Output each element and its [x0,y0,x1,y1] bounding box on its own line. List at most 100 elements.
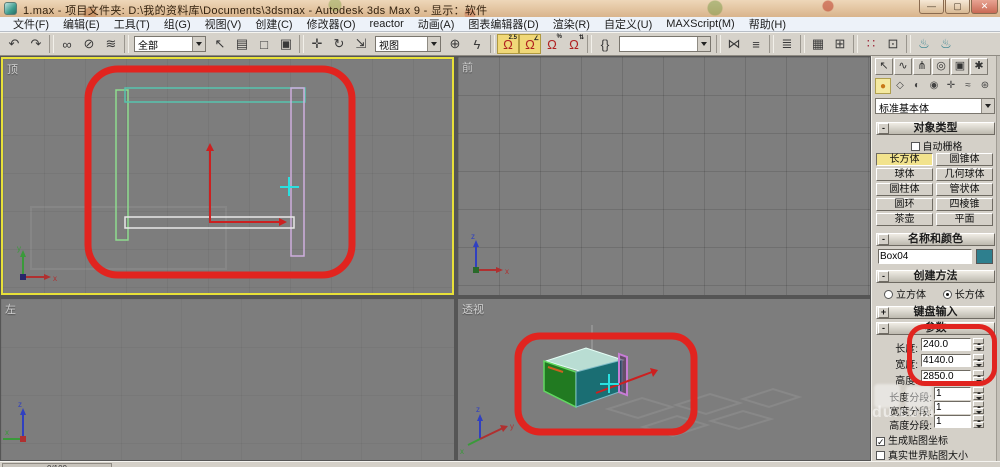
time-slider[interactable]: 0/100 [2,463,112,467]
height-input[interactable] [921,370,971,383]
collapse-icon[interactable]: - [878,323,889,334]
width-segs-input[interactable] [934,401,971,414]
menu-group[interactable]: 组(G) [157,16,198,32]
box-outline-teal[interactable] [124,87,306,103]
schematic-view-icon[interactable]: ⊞ [829,34,851,54]
width-segs-spinner[interactable] [973,401,984,414]
menu-rendering[interactable]: 渲染(R) [546,16,597,32]
unlink-selection-icon[interactable]: ⊘ [78,34,100,54]
object-color-swatch[interactable] [976,249,993,264]
primitive-button-torus[interactable]: 圆环 [876,198,933,211]
height-segs-input[interactable] [934,415,971,428]
select-by-name-icon[interactable]: ▤ [231,34,253,54]
length-spinner[interactable] [973,338,984,351]
close-button[interactable]: ✕ [971,0,998,14]
object-name-input[interactable] [878,249,972,264]
rollout-creation-method[interactable]: - 创建方法 [876,270,995,283]
viewport-left-label[interactable]: 左 [5,301,16,317]
geometry-category-icon[interactable]: ● [875,78,891,94]
redo-icon[interactable]: ↷ [25,34,47,54]
primitive-button-teapot[interactable]: 茶壶 [876,213,933,226]
cameras-category-icon[interactable]: ◉ [926,78,942,94]
collapse-icon[interactable]: - [878,234,889,245]
lights-category-icon[interactable]: ◐ [909,78,925,94]
undo-icon[interactable]: ↶ [3,34,25,54]
render-last-icon[interactable]: ♨ [935,34,957,54]
motion-tab-icon[interactable]: ◎ [932,58,950,75]
width-spinner[interactable] [973,354,984,367]
layer-manager-icon[interactable]: ≣ [776,34,798,54]
collapse-icon[interactable]: - [878,123,889,134]
angle-snap-icon[interactable]: Ω ∠ [519,34,541,54]
rollout-parameters[interactable]: - 参数 [876,322,995,335]
viewport-perspective-label[interactable]: 透视 [462,301,484,317]
collapse-icon[interactable]: - [878,271,889,282]
viewport-top[interactable]: 顶 y x [1,57,454,295]
display-tab-icon[interactable]: ▣ [951,58,969,75]
menu-file[interactable]: 文件(F) [6,16,56,32]
command-panel-scrollbar[interactable] [996,56,1000,461]
box-object[interactable] [543,347,628,409]
quick-render-icon[interactable]: ♨ [913,34,935,54]
curve-editor-icon[interactable]: ▦ [807,34,829,54]
gen-mapping-checkbox[interactable]: ✓ [876,437,885,447]
utilities-tab-icon[interactable]: ✱ [970,58,988,75]
chevron-down-icon[interactable] [192,37,205,51]
viewport-perspective[interactable]: 透视 z y x [458,299,870,460]
named-selection-dropdown[interactable] [619,36,711,52]
select-object-icon[interactable]: ↖ [209,34,231,54]
length-segs-input[interactable] [934,387,971,400]
modify-tab-icon[interactable]: ∿ [894,58,912,75]
real-world-checkbox[interactable] [876,451,885,460]
minimize-button[interactable]: — [919,0,944,14]
select-and-link-icon[interactable]: ∞ [56,34,78,54]
chevron-down-icon[interactable] [697,37,710,51]
menu-tools[interactable]: 工具(T) [107,16,157,32]
menu-animation[interactable]: 动画(A) [411,16,462,32]
helpers-category-icon[interactable]: ✛ [943,78,959,94]
height-spinner[interactable] [973,370,984,383]
primitive-button-cone[interactable]: 圆锥体 [936,153,993,166]
select-and-rotate-icon[interactable]: ↻ [328,34,350,54]
primitive-button-cylinder[interactable]: 圆柱体 [876,183,933,196]
material-editor-icon[interactable]: ∷ [860,34,882,54]
primitive-button-box[interactable]: 长方体 [876,153,933,166]
length-segs-spinner[interactable] [973,387,984,400]
spinner-snap-icon[interactable]: Ω ⇅ [563,34,585,54]
radio-cube[interactable] [884,290,893,299]
create-tab-icon[interactable]: ↖ [875,58,893,75]
height-segs-spinner[interactable] [973,415,984,428]
viewport-left[interactable]: 左 z x [1,299,454,460]
box-outline-purple[interactable] [290,87,305,257]
selection-filter-dropdown[interactable]: 全部 [134,36,206,52]
named-selection-sets-icon[interactable]: {} [594,34,616,54]
bind-to-spacewarp-icon[interactable]: ≋ [100,34,122,54]
hierarchy-tab-icon[interactable]: ⋔ [913,58,931,75]
viewport-front-label[interactable]: 前 [462,59,473,75]
length-input[interactable] [921,338,971,351]
primitive-button-tube[interactable]: 管状体 [936,183,993,196]
menu-views[interactable]: 视图(V) [198,16,249,32]
mirror-icon[interactable]: ⋈ [723,34,745,54]
radio-box[interactable] [942,290,952,299]
primitive-button-sphere[interactable]: 球体 [876,168,933,181]
expand-icon[interactable]: + [878,307,889,318]
primitive-button-geosphere[interactable]: 几何球体 [936,168,993,181]
rollout-keyboard-entry[interactable]: + 键盘输入 [876,306,995,319]
rectangular-selection-icon[interactable]: □ [253,34,275,54]
select-and-move-icon[interactable]: ✛ [306,34,328,54]
percent-snap-icon[interactable]: Ω % [541,34,563,54]
primitive-button-plane[interactable]: 平面 [936,213,993,226]
render-setup-icon[interactable]: ⊡ [882,34,904,54]
menu-create[interactable]: 创建(C) [248,16,299,32]
menu-customize[interactable]: 自定义(U) [597,16,659,32]
align-icon[interactable]: ≡ [745,34,767,54]
width-input[interactable] [921,354,971,367]
primitive-button-pyramid[interactable]: 四棱锥 [936,198,993,211]
rollout-name-color[interactable]: - 名称和颜色 [876,233,995,246]
viewport-front[interactable]: 前 z x [458,57,870,295]
primitive-type-dropdown[interactable]: 标准基本体 [875,98,995,115]
viewport-top-label[interactable]: 顶 [7,61,18,77]
reference-coordinate-dropdown[interactable]: 视图 [375,36,441,52]
select-and-scale-icon[interactable]: ⇲ [350,34,372,54]
